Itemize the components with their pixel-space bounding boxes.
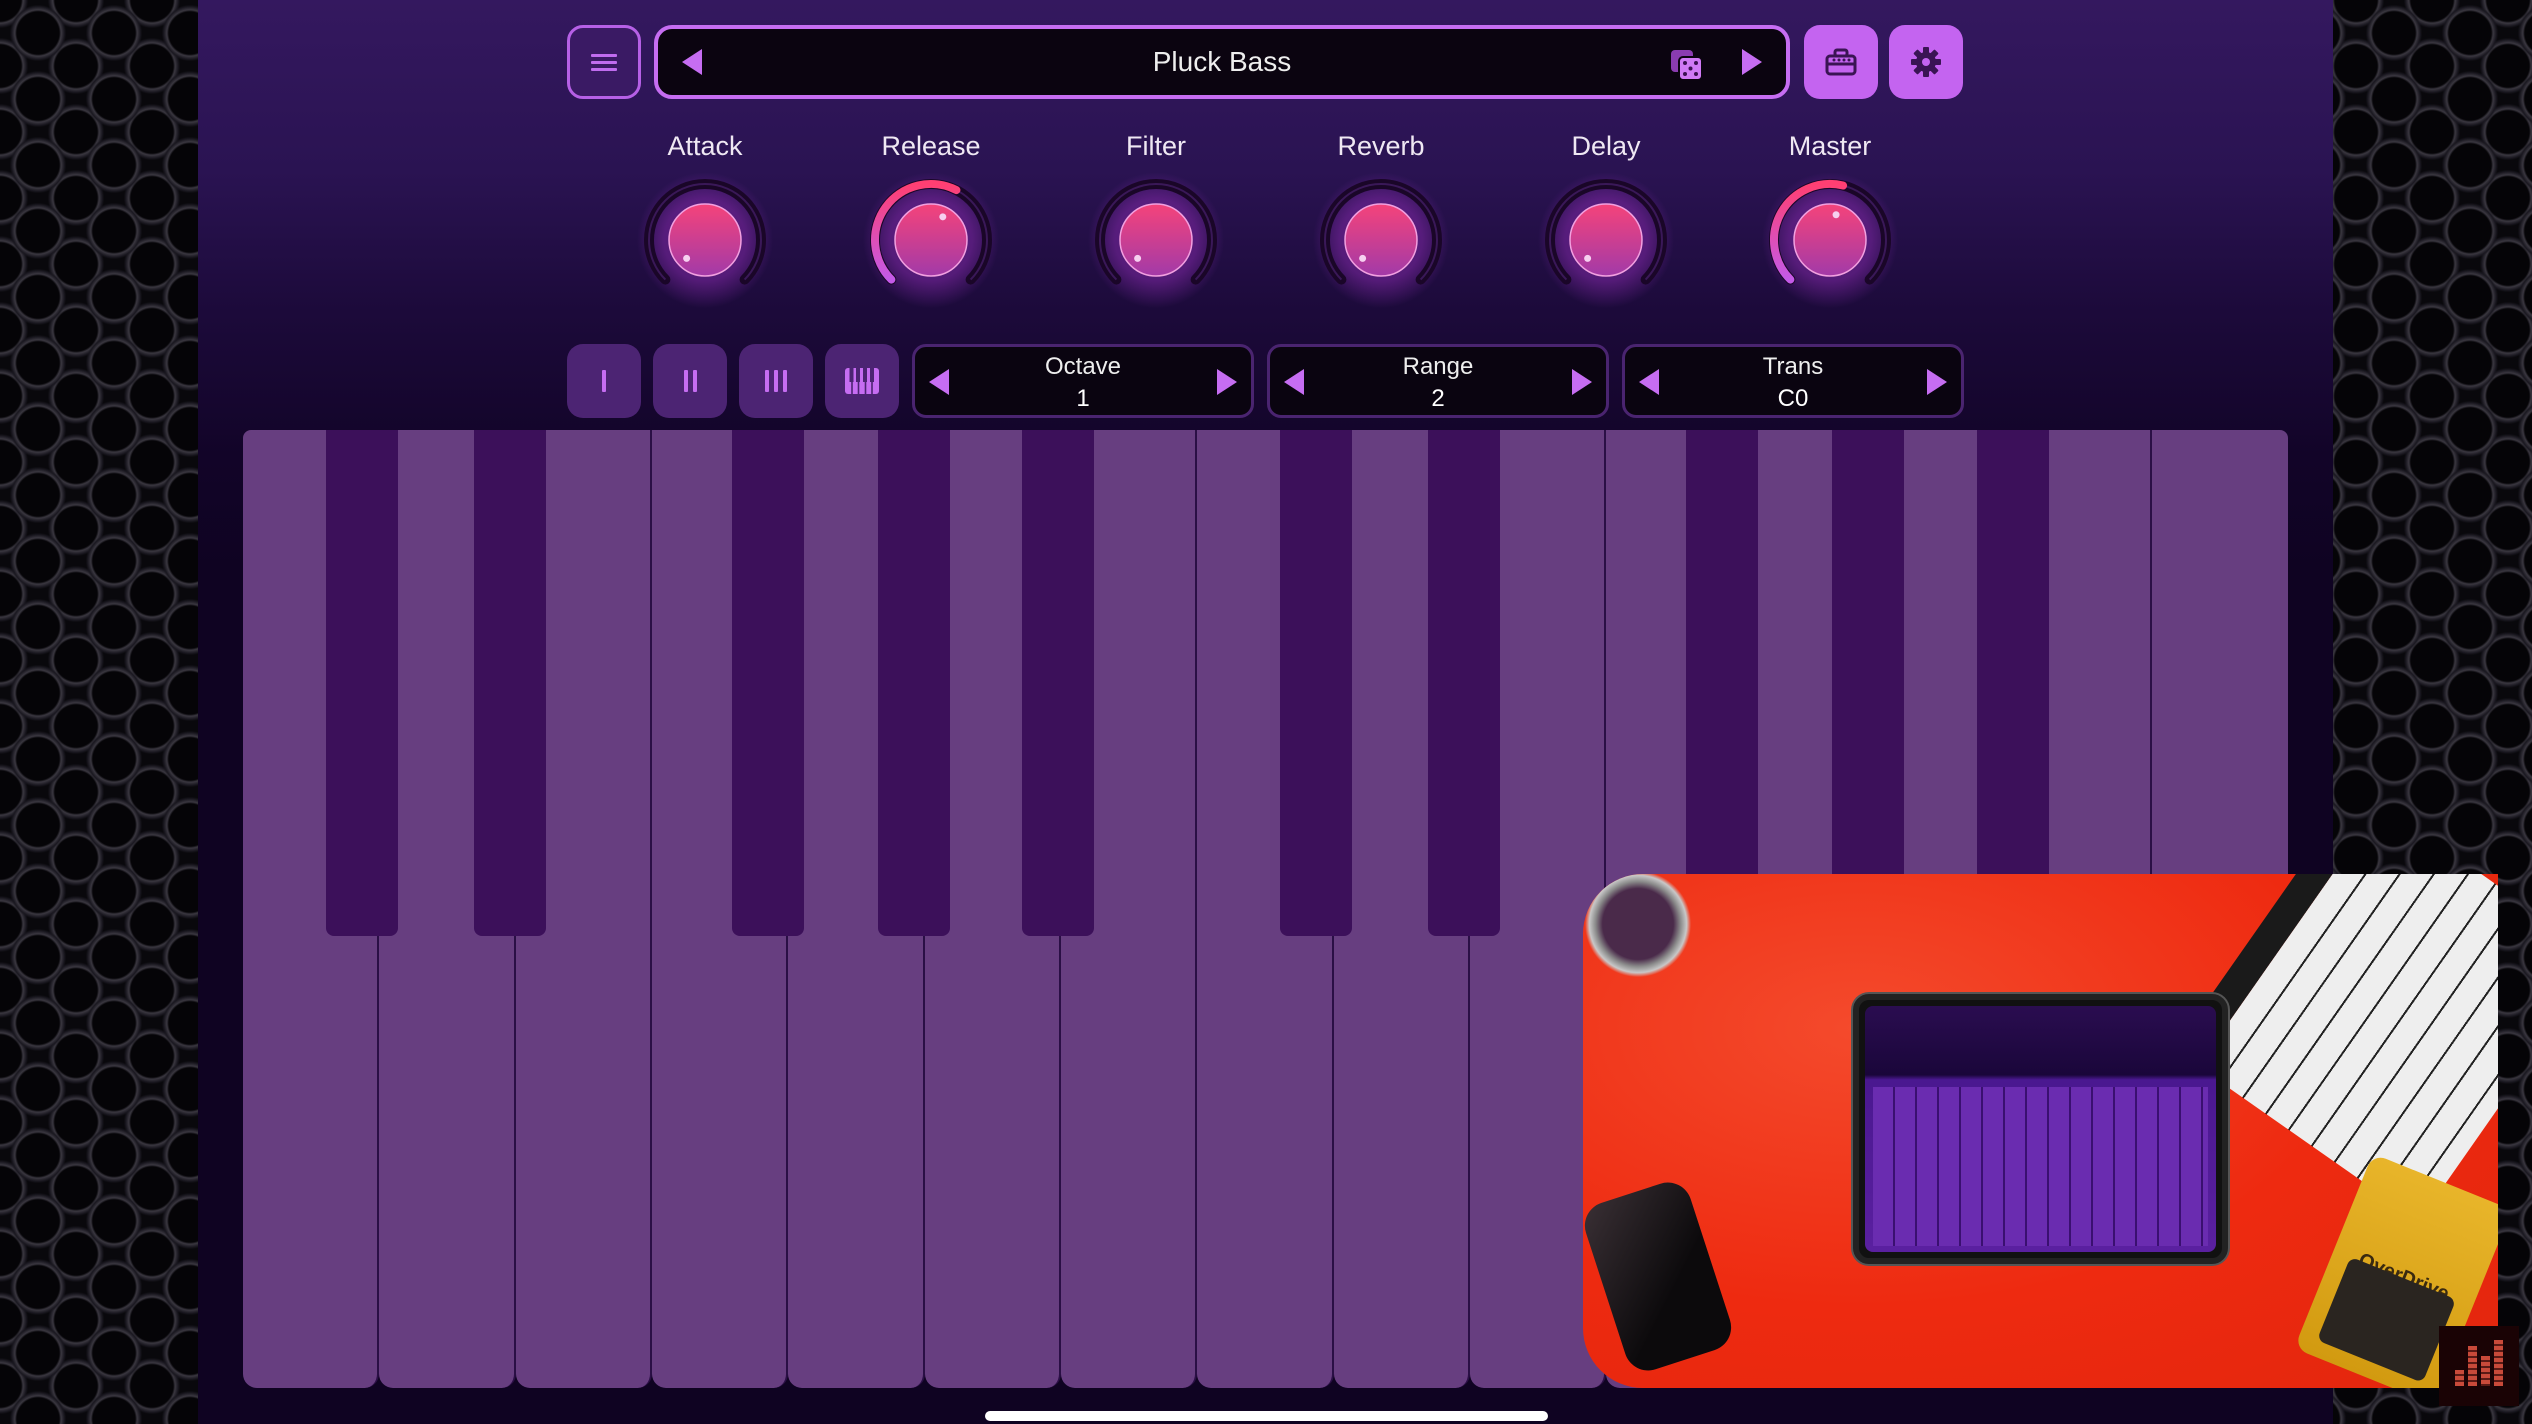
knob-indicator-dot bbox=[1359, 254, 1367, 262]
black-key-fsharp-2[interactable] bbox=[731, 430, 804, 936]
transpose-stepper: Trans C0 bbox=[1622, 344, 1964, 418]
knob-attack[interactable]: Attack bbox=[625, 128, 785, 310]
piano-icon bbox=[845, 368, 879, 394]
dice-icon[interactable] bbox=[1670, 49, 1704, 81]
knob-dial[interactable] bbox=[861, 170, 1001, 310]
menu-button[interactable] bbox=[567, 25, 641, 99]
knob-dial[interactable] bbox=[1536, 170, 1676, 310]
knob-row: Attack Release Filter Reverb Delay Master bbox=[198, 128, 2333, 328]
transpose-label: Trans bbox=[1762, 353, 1824, 380]
gear-icon bbox=[1911, 47, 1941, 77]
tablet-device bbox=[1853, 994, 2228, 1264]
mode-2-button[interactable] bbox=[653, 344, 727, 418]
black-key-csharp-0[interactable] bbox=[325, 430, 398, 936]
home-indicator[interactable] bbox=[985, 1411, 1548, 1421]
knob-filter[interactable]: Filter bbox=[1076, 128, 1236, 310]
phone-device bbox=[1583, 1176, 1738, 1377]
knob-reverb[interactable]: Reverb bbox=[1301, 128, 1461, 310]
knob-master[interactable]: Master bbox=[1750, 128, 1910, 310]
preset-name: Pluck Bass bbox=[1152, 46, 1292, 77]
keyboard-mode-button[interactable] bbox=[825, 344, 899, 418]
knob-indicator-dot bbox=[1134, 254, 1142, 262]
briefcase-button[interactable] bbox=[1804, 25, 1878, 99]
equalizer-bars-icon bbox=[2439, 1326, 2519, 1406]
knob-indicator-dot bbox=[939, 213, 947, 221]
settings-button[interactable] bbox=[1889, 25, 1963, 99]
range-label: Range bbox=[1402, 353, 1474, 380]
range-value: 2 bbox=[1431, 385, 1445, 412]
knob-release[interactable]: Release bbox=[851, 128, 1011, 310]
transpose-value: C0 bbox=[1777, 385, 1809, 412]
knob-label: Attack bbox=[667, 131, 743, 161]
mode-1-button[interactable] bbox=[567, 344, 641, 418]
knob-label: Delay bbox=[1571, 131, 1641, 161]
mode-3-button[interactable] bbox=[739, 344, 813, 418]
preset-selector: Pluck Bass bbox=[654, 25, 1790, 99]
transpose-increment-button[interactable] bbox=[1927, 369, 1947, 395]
knob-dial[interactable] bbox=[635, 170, 775, 310]
knob-dial[interactable] bbox=[1760, 170, 1900, 310]
briefcase-icon bbox=[1825, 48, 1857, 76]
knob-delay[interactable]: Delay bbox=[1526, 128, 1686, 310]
octave-label: Octave bbox=[1044, 353, 1122, 380]
black-key-asharp-4[interactable] bbox=[1022, 430, 1095, 936]
range-increment-button[interactable] bbox=[1572, 369, 1592, 395]
next-preset-button[interactable] bbox=[1742, 49, 1762, 75]
black-key-fsharp-7[interactable] bbox=[1685, 430, 1758, 936]
knob-indicator-dot bbox=[683, 254, 691, 262]
knob-dial[interactable] bbox=[1311, 170, 1451, 310]
knob-label: Release bbox=[881, 131, 981, 161]
black-key-gsharp-3[interactable] bbox=[877, 430, 950, 936]
octave-stepper: Octave 1 bbox=[912, 344, 1254, 418]
range-stepper: Range 2 bbox=[1267, 344, 1609, 418]
hamburger-menu-icon bbox=[591, 53, 617, 71]
knob-indicator-dot bbox=[1584, 254, 1592, 262]
knob-label: Master bbox=[1788, 131, 1872, 161]
octave-value: 1 bbox=[1076, 385, 1090, 412]
knob-label: Filter bbox=[1126, 131, 1186, 161]
prev-preset-button[interactable] bbox=[682, 49, 702, 75]
black-key-dsharp-6[interactable] bbox=[1428, 430, 1500, 936]
black-key-dsharp-1[interactable] bbox=[473, 430, 546, 936]
knob-label: Reverb bbox=[1337, 131, 1425, 161]
black-key-csharp-5[interactable] bbox=[1280, 430, 1353, 936]
black-key-asharp-9[interactable] bbox=[1976, 430, 2049, 936]
knob-indicator-dot bbox=[1832, 211, 1840, 219]
black-key-gsharp-8[interactable] bbox=[1832, 430, 1905, 936]
octave-increment-button[interactable] bbox=[1217, 369, 1237, 395]
picture-in-picture-video[interactable]: OverDrive bbox=[1583, 874, 2498, 1388]
knob-dial[interactable] bbox=[1086, 170, 1226, 310]
plant-pot bbox=[1583, 874, 1703, 984]
